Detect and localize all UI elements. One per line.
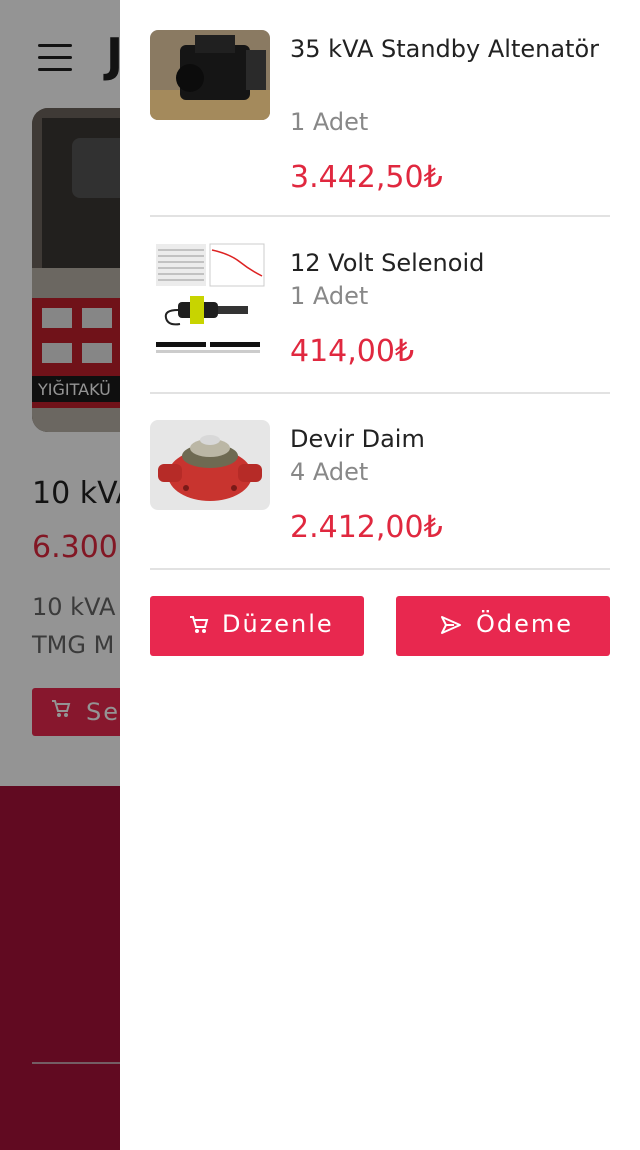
cart-item-price: 3.442,50₺ xyxy=(290,160,443,195)
water-pump-image[interactable] xyxy=(150,420,270,510)
edit-cart-label: Düzenle xyxy=(222,610,334,638)
cart-item-price: 414,00₺ xyxy=(290,334,415,369)
cart-item-name[interactable]: 35 kVA Standby Altenatör xyxy=(290,30,610,68)
cart-item-quantity: 1 Adet xyxy=(290,108,369,136)
solenoid-image[interactable] xyxy=(150,240,270,360)
edit-cart-button[interactable]: Düzenle xyxy=(150,596,364,656)
checkout-label: Ödeme xyxy=(476,610,574,638)
cart-divider xyxy=(150,215,610,217)
cart-item-price: 2.412,00₺ xyxy=(290,510,443,545)
cart-divider xyxy=(150,392,610,394)
send-icon xyxy=(440,614,462,642)
cart-item-quantity: 4 Adet xyxy=(290,458,369,486)
alternator-image[interactable] xyxy=(150,30,270,120)
cart-item-name[interactable]: Devir Daim xyxy=(290,420,610,458)
checkout-button[interactable]: Ödeme xyxy=(396,596,610,656)
cart-item-name[interactable]: 12 Volt Selenoid xyxy=(290,244,610,282)
cart-drawer: 35 kVA Standby Altenatör 1 Adet 3.442,50… xyxy=(120,0,640,1150)
cart-icon xyxy=(188,614,210,642)
cart-item-quantity: 1 Adet xyxy=(290,282,369,310)
cart-divider xyxy=(150,568,610,570)
